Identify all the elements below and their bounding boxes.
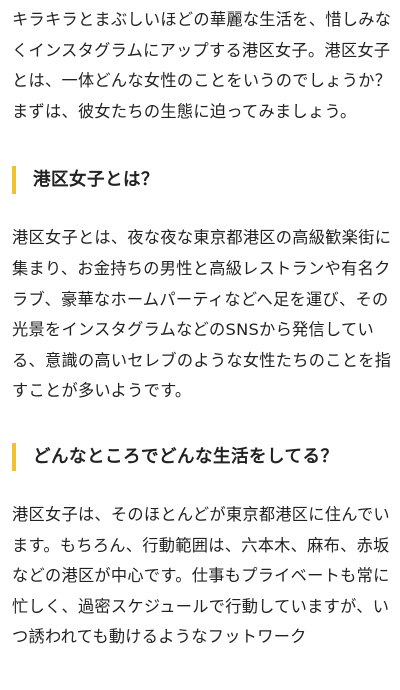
section-heading-lifestyle: どんなところでどんな生活をしてる？	[12, 442, 392, 471]
section-heading-text: どんなところでどんな生活をしてる？	[33, 446, 339, 467]
section2-paragraph: 港区女子は、そのほとんどが東京都港区に住んでいます。もちろん、行動範囲は、六本木…	[12, 504, 390, 647]
heading-accent-bar	[12, 442, 16, 471]
section1-paragraph: 港区女子とは、夜な夜な東京都港区の高級歓楽街に集まり、お金持ちの男性と高級レスト…	[12, 228, 392, 401]
intro-paragraph: キラキラとまぶしいほどの華麗な生活を、惜しみなくインスタグラムにアップする港区女…	[12, 10, 392, 121]
section-heading-text: 港区女子とは？	[33, 170, 159, 191]
section-heading-what-is: 港区女子とは？	[12, 166, 392, 195]
article-body: キラキラとまぶしいほどの華麗な生活を、惜しみなくインスタグラムにアップする港区女…	[0, 0, 400, 690]
heading-accent-bar	[12, 166, 16, 195]
